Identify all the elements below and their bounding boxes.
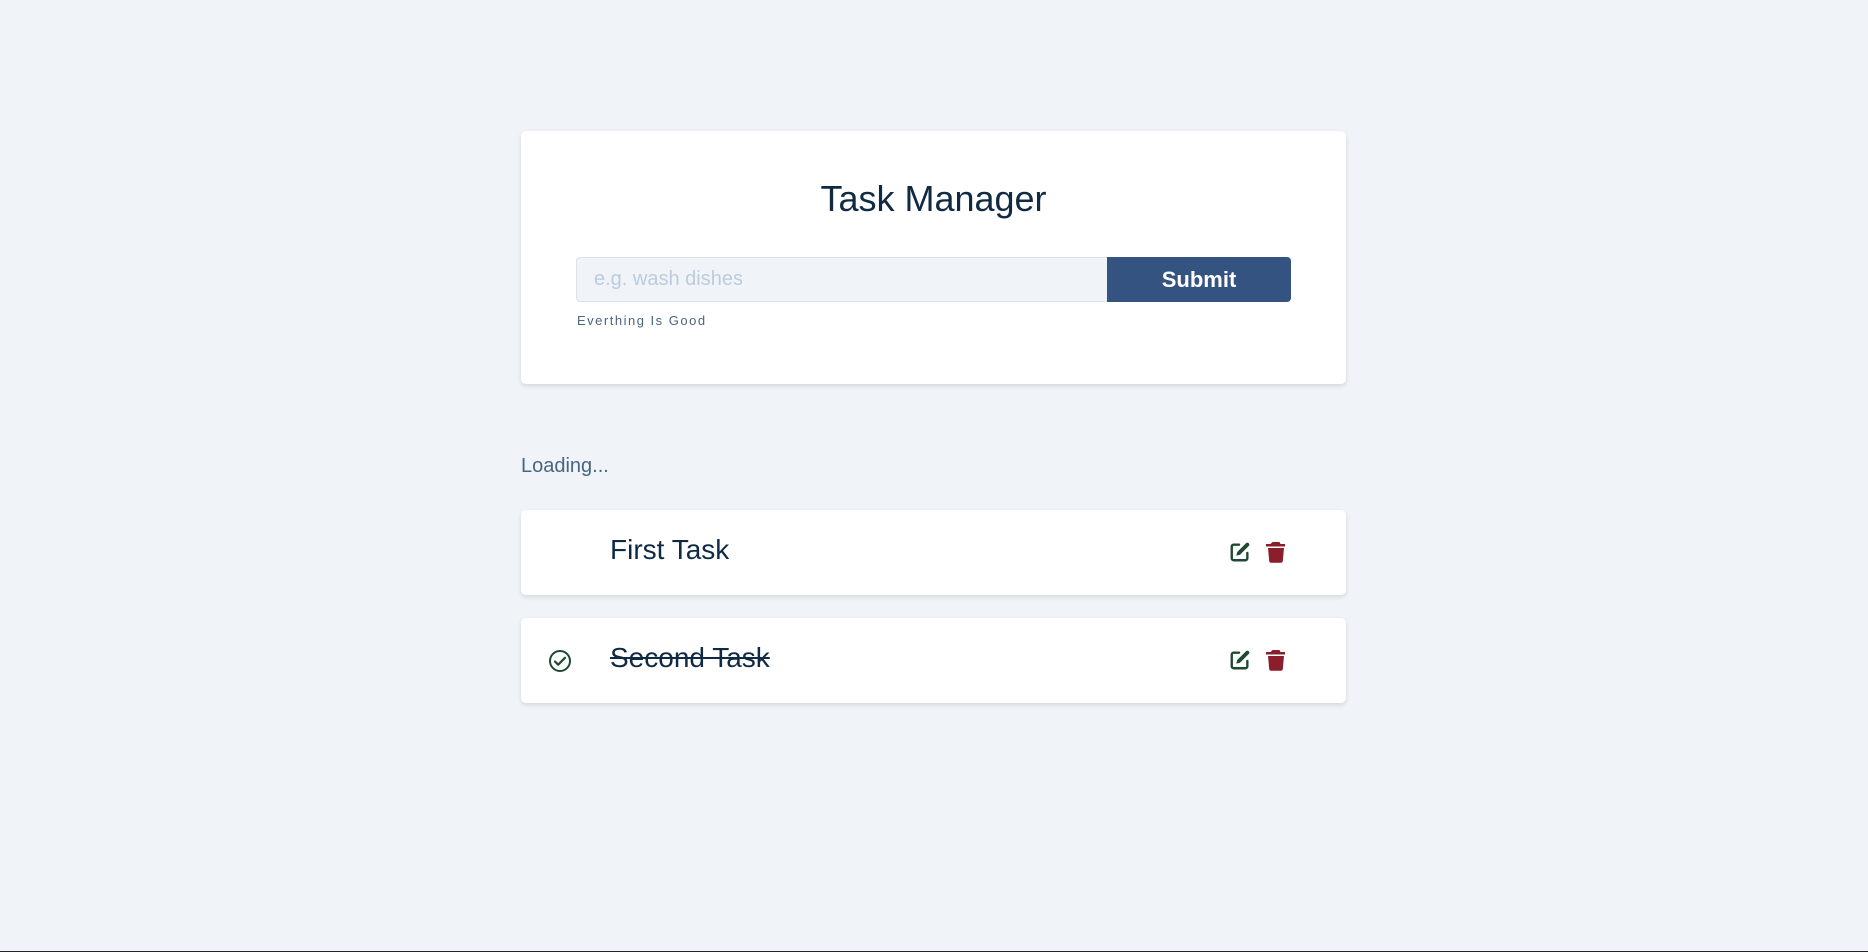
edit-icon[interactable] bbox=[1229, 541, 1251, 563]
task-name[interactable]: Second Task bbox=[610, 642, 770, 674]
check-circle-icon[interactable] bbox=[548, 649, 572, 673]
task-form: Task Manager Submit Everthing Is Good bbox=[521, 131, 1346, 384]
trash-icon[interactable] bbox=[1266, 649, 1286, 671]
task-item: Second Task bbox=[521, 618, 1346, 703]
submit-button[interactable]: Submit bbox=[1107, 257, 1291, 302]
form-control: Submit bbox=[576, 257, 1291, 302]
task-name[interactable]: First Task bbox=[610, 534, 729, 566]
form-title: Task Manager bbox=[820, 178, 1047, 219]
task-input[interactable] bbox=[576, 257, 1107, 302]
task-item: First Task bbox=[521, 510, 1346, 595]
trash-icon[interactable] bbox=[1266, 541, 1286, 563]
edit-icon[interactable] bbox=[1229, 649, 1251, 671]
loading-text: Loading... bbox=[521, 455, 609, 477]
form-alert: Everthing Is Good bbox=[577, 313, 707, 328]
